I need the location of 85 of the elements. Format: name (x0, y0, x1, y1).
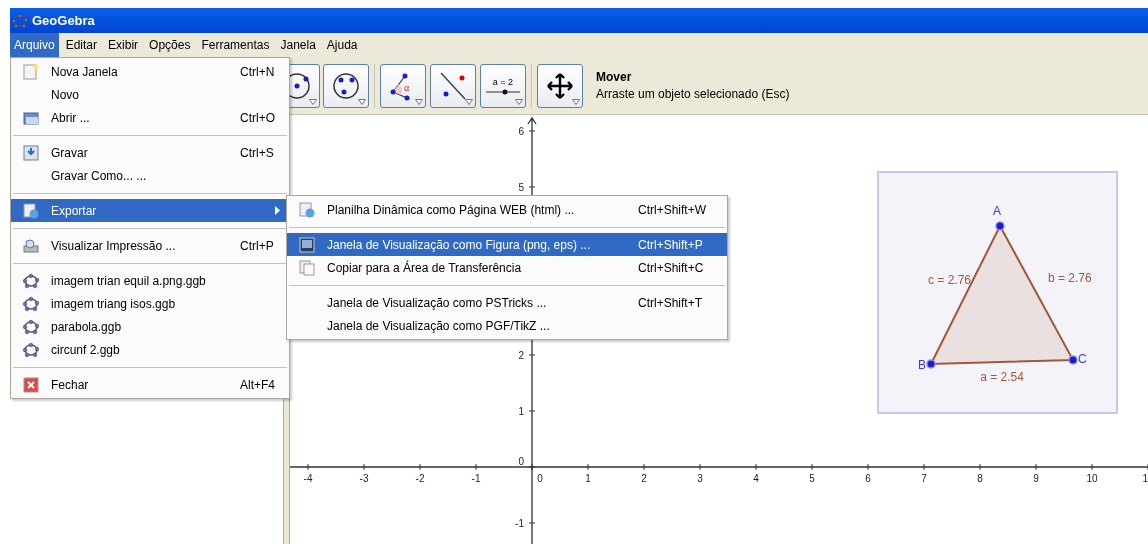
menu-item[interactable]: Janela de Visualização como PSTricks ... Ctrl+Shift+T (287, 291, 727, 314)
web-page-icon (299, 201, 315, 218)
menu-item[interactable]: Abrir ... Ctrl+O (11, 106, 289, 129)
axis-label: 2 (518, 350, 524, 361)
dropdown-triangle-icon (515, 98, 523, 105)
axis-label: -1 (515, 518, 524, 529)
menu-item[interactable]: Exportar (11, 199, 289, 222)
point-label: C (1078, 352, 1087, 366)
menu-item[interactable]: imagem trian equil a.png.ggb (11, 269, 289, 292)
move-tool-icon (546, 71, 574, 100)
dropdown-triangle-icon (358, 98, 366, 105)
axis-label: 5 (809, 473, 815, 484)
menu-item[interactable]: Visualizar Impressão ... Ctrl+P (11, 234, 289, 257)
close-icon (23, 376, 39, 393)
tool-name: Mover (596, 68, 633, 86)
menu-item[interactable]: Gravar Como... ... (11, 164, 289, 187)
menu-item[interactable]: Novo (11, 83, 289, 106)
axis-label: 4 (753, 473, 759, 484)
new-document-icon (23, 63, 39, 80)
axis-label: 8 (977, 473, 983, 484)
side-label: b = 2.76 (1048, 271, 1092, 285)
export-icon (23, 202, 39, 219)
tool-button[interactable] (323, 63, 369, 108)
copy-icon (299, 259, 315, 276)
point-label: B (918, 358, 926, 372)
menu-bar-item[interactable]: Janela (276, 33, 320, 57)
axis-label: 6 (865, 473, 871, 484)
dropdown-triangle-icon (465, 98, 473, 105)
menu-item[interactable]: imagem triang isos.ggb (11, 292, 289, 315)
dropdown-triangle-icon (572, 98, 580, 105)
axis-label: 1 (518, 406, 524, 417)
menu-bar-item[interactable]: Exibir (104, 33, 143, 57)
print-preview-icon (23, 237, 39, 254)
tool-button[interactable]: α (380, 63, 426, 108)
axis-label: -4 (303, 473, 313, 484)
menu-item[interactable]: Janela de Visualização como PGF/TikZ ... (287, 314, 727, 337)
axis-label: 3 (697, 473, 703, 484)
axis-label: -2 (415, 473, 425, 484)
point-label: A (993, 204, 1001, 218)
geogebra-file-icon (23, 295, 39, 312)
menu-bar-item[interactable]: Opções (145, 33, 195, 57)
menu-item[interactable]: Nova Janela Ctrl+N (11, 60, 289, 83)
menu-item[interactable]: circunf 2.ggb (11, 338, 289, 361)
menu-bar-item[interactable]: Arquivo (10, 33, 59, 57)
folder-icon (23, 109, 39, 126)
axis-label: 7 (921, 473, 927, 484)
point[interactable] (926, 359, 936, 369)
image-icon (299, 236, 315, 253)
tool-button[interactable]: a = 2 (480, 63, 526, 108)
axis-label: 2 (641, 473, 647, 484)
menu-item[interactable]: Gravar Ctrl+S (11, 141, 289, 164)
axis-label: 0 (537, 473, 543, 484)
menu-item[interactable]: Janela de Visualização como Figura (png, eps) ... Ctrl+Shift+P (287, 233, 727, 256)
menu-bar-item[interactable]: Editar (61, 33, 102, 57)
dropdown-triangle-icon (415, 98, 423, 105)
menu-bar-item[interactable]: Ajuda (322, 33, 362, 57)
tool-button[interactable] (430, 63, 476, 108)
dropdown-triangle-icon (309, 98, 317, 105)
geogebra-file-icon (23, 272, 39, 289)
axis-label: 0 (518, 456, 524, 467)
submenu-arrow-icon (275, 206, 281, 215)
geogebra-file-icon (12, 12, 28, 29)
menu-item[interactable]: Planilha Dinâmica como Página WEB (html) ... Ctrl+Shift+W (287, 198, 727, 221)
menu-item[interactable]: Copiar para a Área de Transferência Ctrl+Shift+C (287, 256, 727, 279)
tool-button[interactable] (537, 63, 583, 108)
menu-bar-item[interactable]: Ferramentas (197, 33, 274, 57)
axis-label: 1 (1142, 473, 1148, 484)
save-icon (23, 144, 39, 161)
axis-label: -1 (471, 473, 481, 484)
geogebra-file-icon (23, 318, 39, 335)
menu-item[interactable]: parabola.ggb (11, 315, 289, 338)
window-title: GeoGebra (32, 11, 95, 30)
axis-label: 1 (585, 473, 591, 484)
axis-label: -3 (359, 473, 369, 484)
axis-label: 6 (518, 126, 524, 137)
menu-item[interactable]: Fechar Alt+F4 (11, 373, 289, 396)
tool-help-text: Arraste um objeto selecionado (Esc) (596, 85, 790, 103)
side-label: a = 2.54 (980, 370, 1024, 384)
axis-label: 5 (518, 182, 524, 193)
side-label: c = 2.76 (927, 273, 971, 287)
geogebra-file-icon (23, 341, 39, 358)
point[interactable] (1068, 355, 1078, 365)
axis-label: 9 (1033, 473, 1039, 484)
point[interactable] (995, 221, 1005, 231)
axis-label: 10 (1086, 473, 1098, 484)
